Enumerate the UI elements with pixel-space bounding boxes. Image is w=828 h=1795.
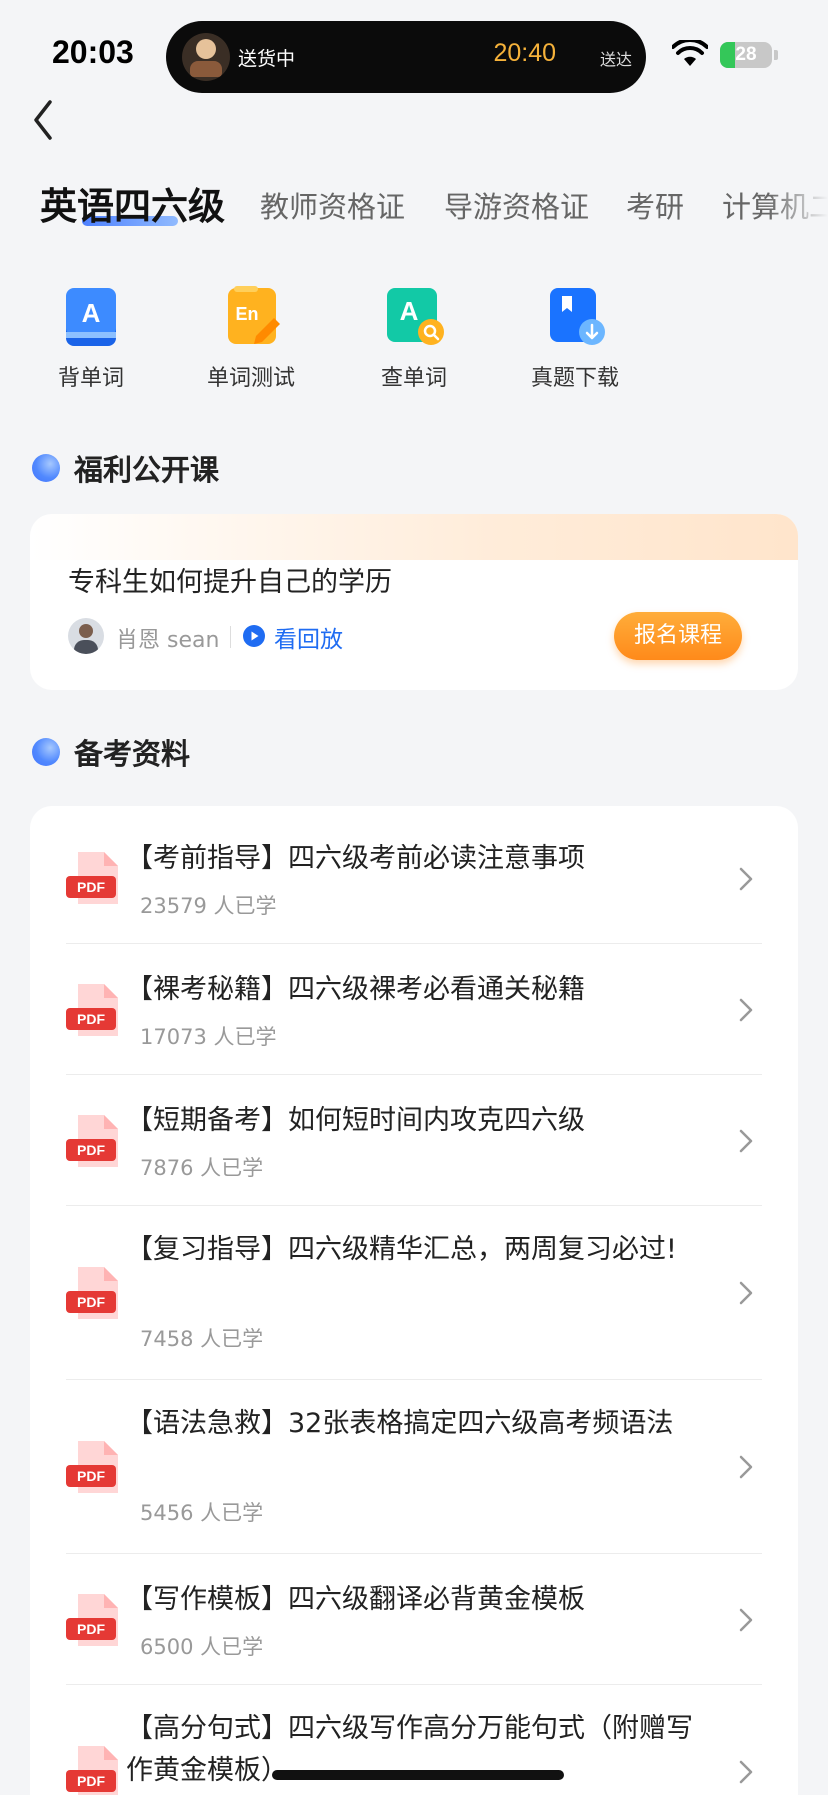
quick-tools: A 背单词 En 单词测试 A 查单词 真题下载 — [0, 284, 828, 404]
vocabulary-book-icon: A — [66, 288, 116, 346]
learner-count: 23579 人已学 — [140, 894, 277, 918]
chevron-right-icon — [739, 1129, 753, 1153]
pdf-icon: PDF — [66, 984, 118, 1036]
learner-count: 17073 人已学 — [140, 1025, 277, 1049]
back-button[interactable] — [26, 96, 66, 144]
material-title: 【语法急救】32张表格搞定四六级高考频语法 — [126, 1408, 674, 1439]
section-dot-icon — [32, 738, 60, 766]
svg-text:PDF: PDF — [77, 1773, 105, 1789]
section-free-class: 福利公开课 — [32, 448, 219, 488]
list-item[interactable]: PDF 【考前指导】四六级考前必读注意事项 23579 人已学 — [30, 806, 798, 944]
tab-teacher-cert[interactable]: 教师资格证 — [260, 184, 405, 226]
status-bar: 20:03 送货中 20:40 送达 28 — [0, 0, 828, 112]
exam-download-icon — [550, 288, 605, 345]
wifi-icon — [672, 40, 708, 66]
material-title: 【复习指导】四六级精华汇总，两周复习必过! — [126, 1234, 677, 1265]
chevron-right-icon — [739, 867, 753, 891]
svg-text:PDF: PDF — [77, 879, 105, 895]
svg-text:En: En — [235, 304, 258, 324]
tool-label: 真题下载 — [530, 366, 619, 391]
chevron-right-icon — [739, 1608, 753, 1632]
tabs-fade — [768, 170, 828, 244]
play-icon — [243, 625, 265, 647]
tool-label: 背单词 — [57, 366, 124, 391]
pdf-icon: PDF — [66, 1115, 118, 1167]
word-search-icon: A — [387, 288, 444, 345]
list-item[interactable]: PDF 【写作模板】四六级翻译必背黄金模板 6500 人已学 — [30, 1554, 798, 1685]
battery-icon: 28 — [720, 42, 772, 68]
list-item[interactable]: PDF 【复习指导】四六级精华汇总，两周复习必过! 7458 人已学 — [30, 1206, 798, 1380]
section-title: 备考资料 — [74, 737, 191, 771]
section-materials: 备考资料 — [32, 732, 190, 772]
tool-vocabulary[interactable]: A 背单词 — [31, 284, 151, 392]
chevron-right-icon — [739, 998, 753, 1022]
svg-text:PDF: PDF — [77, 1142, 105, 1158]
class-title: 专科生如何提升自己的学历 — [68, 567, 392, 598]
chevron-right-icon — [739, 1455, 753, 1479]
material-title: 【裸考秘籍】四六级裸考必看通关秘籍 — [126, 974, 585, 1005]
materials-list: PDF 【考前指导】四六级考前必读注意事项 23579 人已学 PDF 【裸考秘… — [30, 806, 798, 1795]
pdf-icon: PDF — [66, 1746, 118, 1795]
delivery-status: 送货中 — [238, 48, 296, 70]
svg-text:PDF: PDF — [77, 1468, 105, 1484]
section-title: 福利公开课 — [74, 453, 220, 487]
material-title: 【考前指导】四六级考前必读注意事项 — [126, 843, 585, 874]
learner-count: 7876 人已学 — [140, 1156, 264, 1180]
pdf-icon: PDF — [66, 852, 118, 904]
tab-postgraduate[interactable]: 考研 — [626, 184, 684, 226]
teacher-name: 肖恩 sean — [116, 628, 220, 653]
battery-cap — [774, 50, 778, 60]
replay-link[interactable]: 看回放 — [274, 620, 343, 654]
svg-text:A: A — [82, 298, 101, 328]
enroll-button[interactable]: 报名课程 — [614, 612, 742, 660]
battery-level: 28 — [735, 44, 757, 65]
pdf-icon: PDF — [66, 1441, 118, 1493]
learner-count: 6500 人已学 — [140, 1635, 264, 1659]
delivery-eta: 20:40 — [493, 39, 556, 67]
home-indicator[interactable] — [272, 1770, 564, 1780]
learner-count: 5456 人已学 — [140, 1501, 264, 1525]
material-title: 【短期备考】如何短时间内攻克四六级 — [126, 1105, 585, 1136]
tool-word-lookup[interactable]: A 查单词 — [354, 284, 474, 392]
pdf-icon: PDF — [66, 1594, 118, 1646]
pdf-icon: PDF — [66, 1267, 118, 1319]
svg-text:PDF: PDF — [77, 1621, 105, 1637]
chevron-right-icon — [739, 1760, 753, 1784]
chevron-right-icon — [739, 1281, 753, 1305]
divider — [230, 626, 231, 648]
word-test-icon: En — [228, 286, 280, 344]
svg-text:PDF: PDF — [77, 1294, 105, 1310]
svg-text:PDF: PDF — [77, 1011, 105, 1027]
tool-word-test[interactable]: En 单词测试 — [191, 284, 311, 392]
status-time: 20:03 — [52, 34, 134, 70]
tool-past-papers[interactable]: 真题下载 — [515, 284, 635, 392]
section-dot-icon — [32, 454, 60, 482]
list-item[interactable]: PDF 【短期备考】如何短时间内攻克四六级 7876 人已学 — [30, 1075, 798, 1206]
free-class-card[interactable]: 专科生如何提升自己的学历 肖恩 sean 看回放 报名课程 — [30, 514, 798, 690]
tool-label: 查单词 — [380, 366, 447, 391]
avatar — [68, 618, 104, 654]
delivery-eta-label: 送达 — [599, 50, 632, 69]
tool-label: 单词测试 — [206, 366, 295, 391]
live-activity-delivery[interactable]: 送货中 20:40 送达 — [166, 21, 646, 93]
category-tabs: 英语四六级 教师资格证 导游资格证 考研 计算机二 — [0, 170, 828, 244]
list-item[interactable]: PDF 【裸考秘籍】四六级裸考必看通关秘籍 17073 人已学 — [30, 944, 798, 1075]
courier-icon — [182, 33, 230, 81]
tab-cet[interactable]: 英语四六级 — [40, 176, 225, 230]
list-item[interactable]: PDF 【语法急救】32张表格搞定四六级高考频语法 5456 人已学 — [30, 1380, 798, 1554]
material-title: 【写作模板】四六级翻译必背黄金模板 — [126, 1584, 585, 1615]
learner-count: 7458 人已学 — [140, 1327, 264, 1351]
svg-text:A: A — [400, 296, 419, 326]
tab-tour-guide-cert[interactable]: 导游资格证 — [444, 184, 589, 226]
